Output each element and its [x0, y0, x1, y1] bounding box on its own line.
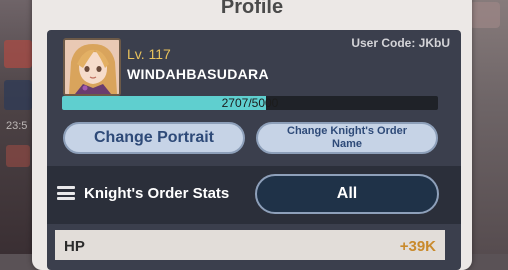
background-button	[6, 145, 30, 167]
background-timer: 23:5	[6, 120, 28, 132]
hamburger-menu-icon[interactable]	[57, 186, 75, 200]
player-level: Lv. 117	[127, 46, 171, 62]
stats-header-label: Knight's Order Stats	[84, 185, 230, 202]
change-portrait-button[interactable]: Change Portrait	[63, 122, 245, 154]
stat-row	[55, 230, 445, 260]
stat-value-hp: +39K	[399, 238, 436, 255]
xp-text: 2707/5000	[221, 96, 279, 110]
user-code: User Code: JKbU	[351, 36, 450, 50]
player-name: WINDAHBASUDARA	[127, 66, 269, 82]
stat-label-hp: HP	[64, 238, 85, 255]
background-button	[4, 80, 32, 110]
background-button	[470, 2, 500, 28]
stats-filter-all-button[interactable]: All	[255, 174, 439, 214]
background-button	[4, 40, 32, 68]
change-order-name-button[interactable]: Change Knight's Order Name	[256, 122, 438, 154]
dialog-title: Profile	[220, 0, 284, 18]
character-portrait[interactable]	[63, 38, 121, 96]
